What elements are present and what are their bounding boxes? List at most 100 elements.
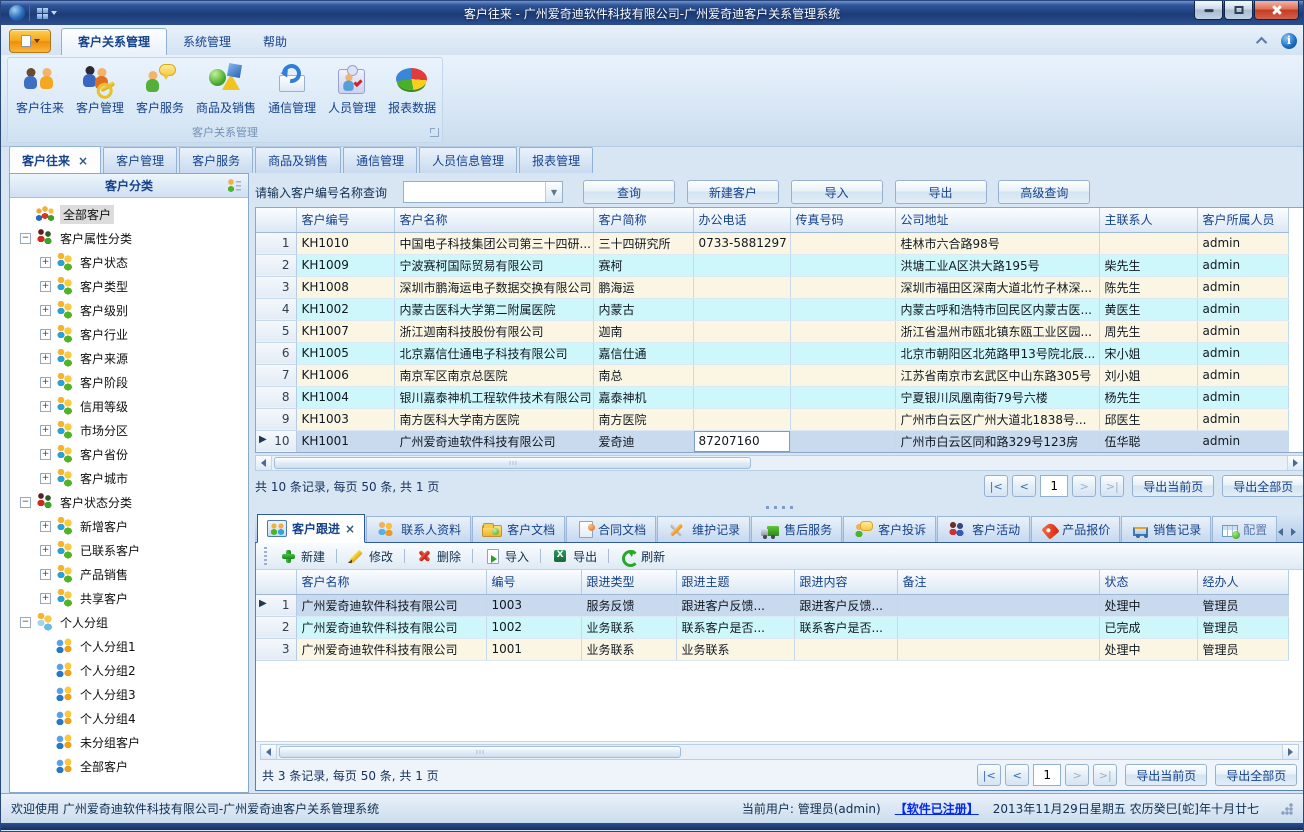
grid-cell[interactable]: 业务联系 [581,616,676,638]
tree-item[interactable]: 全部客户 [10,202,248,226]
grid-cell[interactable]: 浙江省温州市瓯北镇东瓯工业区园... [895,320,1099,342]
tree-item[interactable]: −个人分组 [10,610,248,634]
row-header[interactable]: 6 [256,342,296,364]
chevron-down-icon[interactable] [51,11,57,15]
grid-cell[interactable] [790,298,895,320]
expand-node-icon[interactable]: + [40,377,51,388]
expand-node-icon[interactable]: + [40,329,51,340]
grid-cell[interactable]: admin [1197,386,1288,408]
tree-item[interactable]: +客户行业 [10,322,248,346]
tree-item[interactable]: +市场分区 [10,418,248,442]
scrollbar-thumb[interactable] [274,457,751,469]
scroll-left-icon[interactable] [261,745,277,759]
grid-cell[interactable] [693,386,790,408]
scrollbar-thumb[interactable] [279,746,681,758]
ribbon-tab-help[interactable]: 帮助 [247,29,303,55]
next-page-button[interactable]: > [1072,475,1096,497]
detail-tab-complaint[interactable]: 客户投诉 [843,516,936,542]
grid-cell[interactable]: 业务联系 [676,638,794,660]
collapse-node-icon[interactable]: − [20,233,31,244]
grid-cell[interactable]: 北京市朝阳区北苑路甲13号院北辰... [895,342,1099,364]
doc-tab-customer-manage[interactable]: 客户管理 [103,147,177,173]
collapse-node-icon[interactable]: − [20,497,31,508]
scroll-right-icon[interactable] [1287,456,1303,470]
import-button[interactable]: 导入 [791,180,883,204]
export-records-button[interactable]: 导出 [548,546,601,567]
export-all-pages-button[interactable]: 导出全部页 [1215,764,1297,786]
page-number-input[interactable] [1033,764,1061,786]
grid-cell[interactable]: 陈先生 [1099,276,1197,298]
last-page-button[interactable]: >| [1100,475,1124,497]
grid-row[interactable]: 4KH1002内蒙古医科大学第二附属医院内蒙古内蒙古呼和浩特市回民区内蒙古医..… [256,298,1288,320]
column-header[interactable]: 跟进类型 [581,570,676,594]
grid-cell[interactable]: 深圳市福田区深南大道北竹子林深... [895,276,1099,298]
grid-cell[interactable]: 广州爱奇迪软件科技有限公司 [296,616,486,638]
ribbon-button-products-sales[interactable]: 商品及销售 [190,61,262,125]
panel-splitter[interactable] [255,501,1304,513]
grid-cell[interactable] [1099,232,1197,254]
column-header[interactable]: 客户简称 [593,208,693,232]
horizontal-scrollbar[interactable] [255,455,1304,471]
tree-item[interactable]: 个人分组2 [10,658,248,682]
tree-item[interactable]: +客户阶段 [10,370,248,394]
close-tab-icon[interactable]: × [78,156,88,166]
tree-item[interactable]: 个人分组3 [10,682,248,706]
ribbon-button-customer-contacts[interactable]: 客户往来 [10,61,70,125]
grid-cell[interactable] [790,342,895,364]
grid-cell[interactable]: 管理员 [1197,594,1288,616]
grid-cell[interactable]: 1001 [486,638,581,660]
edit-record-button[interactable]: 修改 [344,546,397,567]
grid-cell[interactable]: 邱医生 [1099,408,1197,430]
grid-cell[interactable] [693,320,790,342]
grid-cell[interactable]: admin [1197,298,1288,320]
ribbon-button-personnel[interactable]: 人员管理 [322,61,382,125]
column-header[interactable]: 备注 [897,570,1099,594]
column-header[interactable]: 跟进主题 [676,570,794,594]
grid-cell[interactable] [693,408,790,430]
tree-item[interactable]: +客户城市 [10,466,248,490]
grid-row[interactable]: 8KH1004银川嘉泰神机工程软件技术有限公司嘉泰神机宁夏银川凤凰南街79号六楼… [256,386,1288,408]
grid-cell[interactable]: 柴先生 [1099,254,1197,276]
detail-tab-customer-docs[interactable]: 客户文档 [472,516,565,542]
tree-item[interactable]: 个人分组4 [10,706,248,730]
expand-node-icon[interactable]: + [40,521,51,532]
grid-cell[interactable]: 内蒙古 [593,298,693,320]
grid-cell[interactable] [790,254,895,276]
grid-cell[interactable]: 已完成 [1099,616,1197,638]
grid-cell[interactable] [790,386,895,408]
ribbon-button-report-data[interactable]: 报表数据 [382,61,442,125]
tree-item[interactable]: −客户状态分类 [10,490,248,514]
column-header[interactable]: 经办人 [1197,570,1288,594]
registration-link[interactable]: 【软件已注册】 [895,800,979,817]
export-button[interactable]: 导出 [895,180,987,204]
grid-cell[interactable] [794,638,897,660]
detail-tab-customer-follow[interactable]: 客户跟进× [257,514,365,543]
collapse-ribbon-icon[interactable] [1256,37,1267,48]
grid-cell[interactable]: 1002 [486,616,581,638]
grid-cell[interactable]: 87207160 [693,430,790,452]
grid-cell[interactable] [790,320,895,342]
row-header[interactable]: 8 [256,386,296,408]
column-header[interactable]: 跟进内容 [794,570,897,594]
grid-cell[interactable]: 江苏省南京市玄武区中山东路305号 [895,364,1099,386]
grid-cell[interactable] [693,364,790,386]
row-header[interactable]: 2 [256,616,296,638]
grid-cell[interactable]: 服务反馈 [581,594,676,616]
expand-node-icon[interactable]: + [40,473,51,484]
grid-cell[interactable]: 管理员 [1197,638,1288,660]
grid-cell[interactable]: 杨先生 [1099,386,1197,408]
detail-tab-contacts[interactable]: 联系人资料 [366,516,471,542]
delete-record-button[interactable]: 删除 [412,546,465,567]
doc-tab-customer-contacts[interactable]: 客户往来× [9,146,101,173]
row-header[interactable]: 1 [256,232,296,254]
grid-cell[interactable] [897,638,1099,660]
export-current-page-button[interactable]: 导出当前页 [1125,764,1207,786]
detail-tab-sales-record[interactable]: 销售记录 [1121,516,1211,542]
grid-cell[interactable]: 中国电子科技集团公司第三十四研... [394,232,593,254]
advanced-query-button[interactable]: 高级查询 [998,180,1090,204]
grid-cell[interactable]: 嘉泰神机 [593,386,693,408]
grid-cell[interactable] [790,276,895,298]
prev-page-button[interactable]: < [1012,475,1036,497]
row-header[interactable]: 2 [256,254,296,276]
grid-cell[interactable]: 洪塘工业A区洪大路195号 [895,254,1099,276]
